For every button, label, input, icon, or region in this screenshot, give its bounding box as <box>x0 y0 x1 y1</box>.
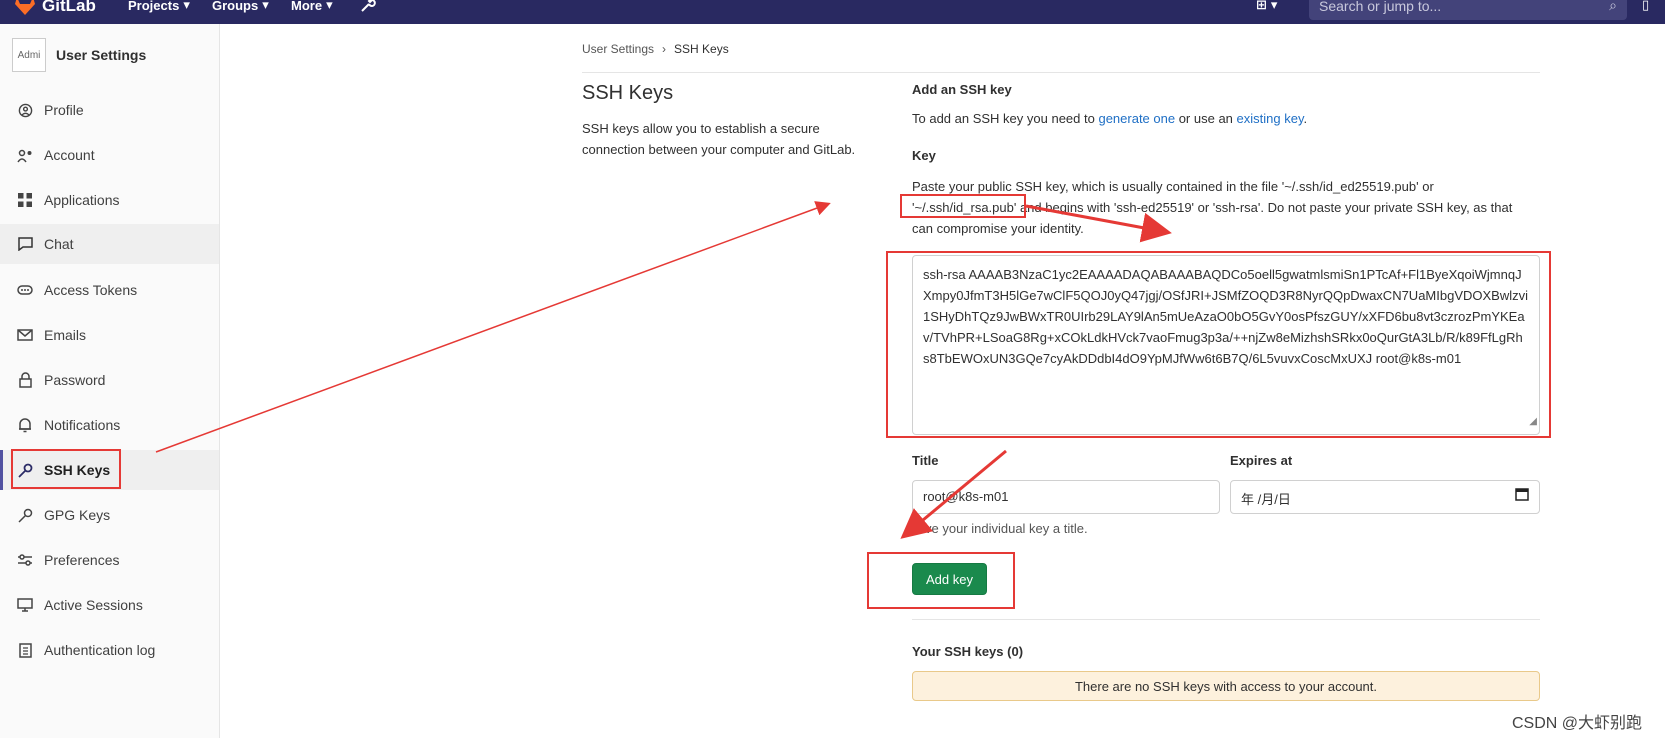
lock-icon <box>16 371 34 389</box>
expires-label: Expires at <box>1230 453 1293 468</box>
divider <box>912 619 1540 620</box>
top-navbar: GitLab Projects ▾ Groups ▾ More ▾ ⊞ ▾ Search… <box>0 0 1665 24</box>
title-input[interactable]: root@k8s-m01 <box>912 480 1220 514</box>
gitlab-tanuki-icon <box>15 0 35 15</box>
title-label: Title <box>912 453 939 468</box>
breadcrumb-separator: › <box>662 42 667 56</box>
monitor-icon <box>16 596 34 614</box>
mail-icon <box>16 326 34 344</box>
sidebar-item-applications[interactable]: Applications <box>0 180 219 220</box>
sidebar-item-authentication-log[interactable]: Authentication log <box>0 630 219 670</box>
sidebar-title: User Settings <box>56 47 147 63</box>
empty-keys-alert: There are no SSH keys with access to you… <box>912 671 1540 701</box>
sidebar-item-password[interactable]: Password <box>0 360 219 400</box>
page-description: SSH keys allow you to establish a secure… <box>582 121 856 157</box>
admin-wrench-icon[interactable] <box>360 0 376 13</box>
annotation-arrow <box>155 201 831 453</box>
key-textarea[interactable]: ssh-rsa AAAAB3NzaC1yc2EAAAADAQABAAABAQDC… <box>912 255 1540 435</box>
chevron-down-icon: ▾ <box>262 0 269 12</box>
sidebar-item-gpg-keys[interactable]: GPG Keys <box>0 495 219 535</box>
avatar: Admi <box>12 38 46 72</box>
add-key-button[interactable]: Add key <box>912 563 987 595</box>
chevron-down-icon: ▾ <box>326 0 333 12</box>
sidebar-item-active-sessions[interactable]: Active Sessions <box>0 585 219 625</box>
chat-icon <box>16 235 34 253</box>
sidebar-item-profile[interactable]: Profile <box>0 90 219 130</box>
existing-key-link[interactable]: existing key <box>1237 111 1304 126</box>
search-input[interactable]: Search or jump to... ⌕ <box>1309 0 1627 20</box>
sidebar-item-preferences[interactable]: Preferences <box>0 540 219 580</box>
key-icon <box>16 506 34 524</box>
sidebar-item-ssh-keys[interactable]: SSH Keys <box>0 450 219 490</box>
watermark: CSDN @大虾别跑 <box>1512 715 1643 732</box>
generate-one-link[interactable]: generate one <box>1098 111 1175 126</box>
sidebar-header[interactable]: Admi User Settings <box>12 38 146 72</box>
settings-sidebar: Admi User Settings Profile Account Appli… <box>0 24 220 738</box>
divider <box>582 72 1540 73</box>
search-icon: ⌕ <box>1609 0 1617 13</box>
page-title: SSH Keys <box>582 82 674 104</box>
title-hint: Give your individual key a title. <box>912 521 1088 536</box>
applications-icon <box>16 191 34 209</box>
plus-square-icon: ⊞ <box>1256 0 1267 12</box>
resize-handle-icon[interactable]: ◢ <box>1529 411 1537 432</box>
key-help-text: Paste your public SSH key, which is usua… <box>912 179 1513 236</box>
sidebar-item-account[interactable]: Account <box>0 135 219 175</box>
new-item-dropdown[interactable]: ⊞ ▾ <box>1256 0 1277 13</box>
nav-groups[interactable]: Groups ▾ <box>212 0 269 13</box>
bell-icon <box>16 416 34 434</box>
chevron-down-icon: ▾ <box>1270 0 1278 12</box>
sidebar-item-emails[interactable]: Emails <box>0 315 219 355</box>
sidebar-item-notifications[interactable]: Notifications <box>0 405 219 445</box>
add-ssh-key-intro: To add an SSH key you need to generate o… <box>912 111 1308 126</box>
todo-icon[interactable]: ▯ <box>1642 0 1649 13</box>
breadcrumb-current[interactable]: SSH Keys <box>674 42 729 56</box>
log-icon <box>16 641 34 659</box>
gitlab-logo[interactable]: GitLab <box>14 0 96 16</box>
sliders-icon <box>16 551 34 569</box>
key-label: Key <box>912 148 936 163</box>
sidebar-item-chat[interactable]: Chat <box>0 224 219 264</box>
breadcrumb: User Settings › SSH Keys <box>582 42 729 56</box>
breadcrumb-user-settings[interactable]: User Settings <box>582 42 654 56</box>
key-icon <box>16 461 34 479</box>
profile-icon <box>16 101 34 119</box>
sidebar-item-access-tokens[interactable]: Access Tokens <box>0 270 219 310</box>
calendar-icon[interactable] <box>1515 487 1529 504</box>
chevron-down-icon: ▾ <box>183 0 190 12</box>
nav-more[interactable]: More ▾ <box>291 0 333 13</box>
nav-projects[interactable]: Projects ▾ <box>128 0 190 13</box>
brand-name: GitLab <box>42 0 96 15</box>
expires-date-input[interactable]: 年 /月/日 <box>1230 480 1540 514</box>
your-ssh-keys-heading: Your SSH keys (0) <box>912 644 1024 659</box>
token-icon <box>16 281 34 299</box>
account-icon <box>16 146 34 164</box>
add-ssh-key-heading: Add an SSH key <box>912 82 1012 97</box>
